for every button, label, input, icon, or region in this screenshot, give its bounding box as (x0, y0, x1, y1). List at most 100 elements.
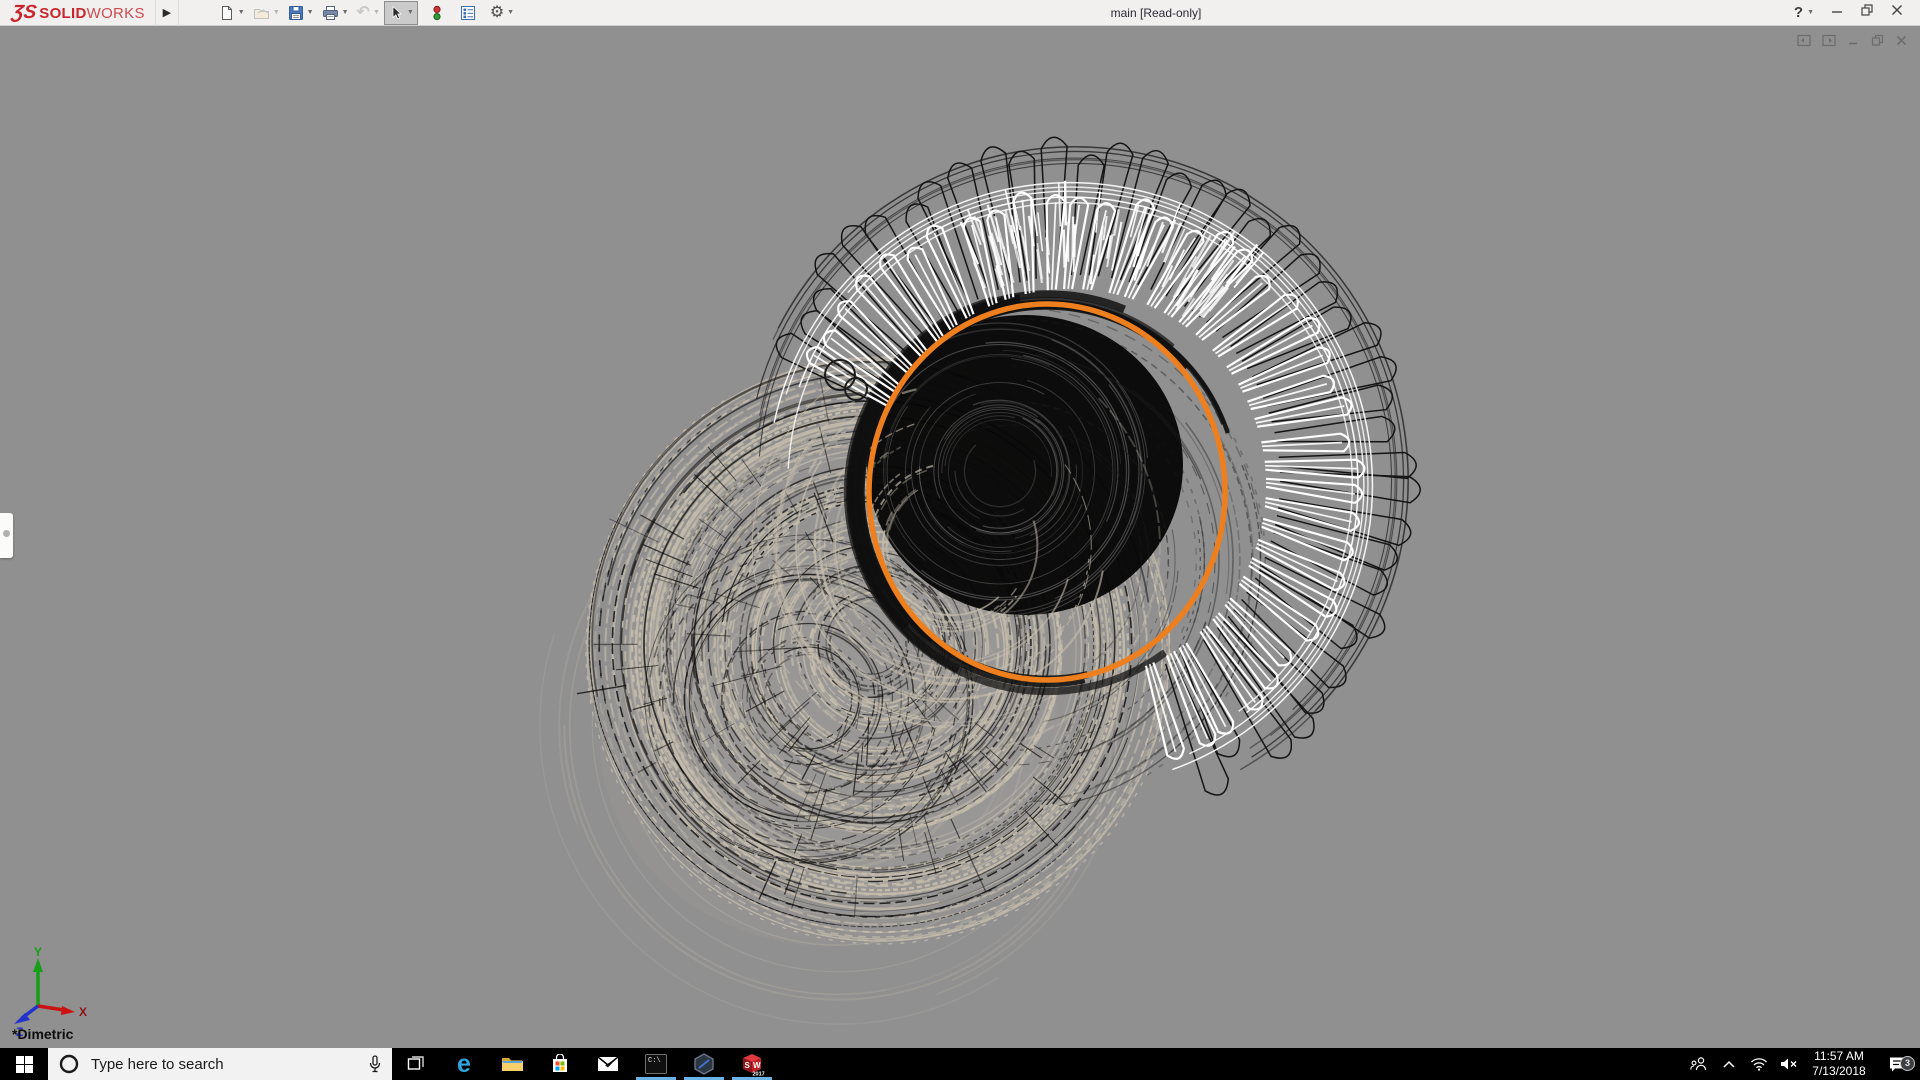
collapsed-task-pane-tab[interactable] (0, 513, 13, 558)
vp-minimize-icon (1849, 42, 1857, 45)
viewport-window-controls (1797, 34, 1908, 47)
task-view-icon (407, 1056, 424, 1070)
taskbar-app-command-prompt[interactable]: C:\ (632, 1048, 680, 1080)
dropdown-arrow-icon: ▼ (507, 9, 515, 16)
tray-date: 7/13/2018 (1812, 1064, 1866, 1078)
dropdown-arrow-icon: ▼ (341, 9, 349, 16)
search-input[interactable] (89, 1054, 359, 1074)
pane-left-icon (1797, 34, 1811, 47)
restore-button[interactable] (1860, 3, 1874, 22)
restore-icon (1861, 4, 1873, 16)
window-controls: ? ▼ (1794, 3, 1920, 22)
svg-text:S: S (745, 1061, 751, 1070)
app-titlebar: ƷS SOLID WORKS ▶ ▼ ▼ ▼ ▼ ↶ ▼ ▼ ⚙ ▼ main … (0, 0, 1920, 26)
pane-left-button[interactable] (1797, 34, 1811, 47)
speaker-muted-icon (1781, 1058, 1797, 1070)
save-button[interactable]: ▼ (284, 1, 318, 25)
open-button[interactable]: ▼ (249, 1, 284, 25)
store-icon (553, 1054, 567, 1072)
taskbar-app-file-explorer[interactable] (488, 1048, 536, 1080)
minimize-button[interactable] (1830, 3, 1844, 22)
windows-start-icon (15, 1055, 33, 1073)
taskbar-app-mail[interactable] (584, 1048, 632, 1080)
pane-right-button[interactable] (1822, 34, 1836, 47)
save-icon (288, 5, 303, 20)
new-document-button[interactable]: ▼ (215, 1, 249, 25)
minimize-icon (1832, 11, 1842, 13)
turbine-wireframe-model[interactable] (0, 26, 1920, 1048)
dropdown-arrow-icon: ▼ (372, 9, 380, 16)
rebuild-traffic-light-icon (433, 5, 441, 20)
vp-restore-icon (1871, 34, 1884, 46)
vp-minimize-button[interactable] (1847, 34, 1860, 47)
select-cursor-icon (392, 5, 402, 19)
open-icon (253, 8, 269, 19)
document-title: main [Read-only] (1110, 5, 1202, 20)
close-icon (1892, 5, 1902, 15)
rebuild-button[interactable] (426, 1, 448, 25)
taskbar-app-store[interactable] (536, 1048, 584, 1080)
command-prompt-icon: C:\ (645, 1054, 667, 1074)
pane-right-icon (1822, 34, 1836, 47)
notification-badge: 3 (1900, 1055, 1915, 1071)
solidworks-2017-icon: S W 2017 (743, 1054, 765, 1077)
solidworks-logo: ƷS SOLID WORKS (10, 1, 145, 23)
graphics-viewport[interactable]: Y X Z *Dimetric (0, 26, 1920, 1048)
flyout-arrow-icon: ▶ (162, 7, 172, 19)
document-properties-button[interactable] (456, 1, 480, 25)
tray-overflow-button[interactable] (1714, 1060, 1744, 1069)
vp-close-button[interactable] (1895, 34, 1908, 47)
close-button[interactable] (1890, 3, 1904, 22)
select-tool-button[interactable]: ▼ (383, 0, 418, 25)
system-tray: 11:57 AM 7/13/2018 3 (1684, 1048, 1920, 1080)
svg-text:W: W (753, 1061, 761, 1070)
taskbar-app-edge[interactable]: e (440, 1048, 488, 1080)
document-properties-icon (460, 5, 475, 20)
new-document-icon (221, 5, 232, 20)
tray-clock[interactable]: 11:57 AM 7/13/2018 (1804, 1049, 1874, 1079)
dropdown-arrow-icon: ▼ (1807, 9, 1814, 16)
taskbar-app-solidworks-2017[interactable]: S W 2017 (728, 1048, 776, 1080)
undo-icon: ↶ (356, 3, 370, 21)
dropdown-arrow-icon: ▼ (272, 9, 280, 16)
undo-button[interactable]: ↶ ▼ (353, 1, 384, 25)
people-icon (1690, 1057, 1707, 1071)
action-center-button[interactable]: 3 (1874, 1055, 1920, 1073)
menu-flyout-button[interactable]: ▶ (154, 0, 179, 26)
file-explorer-icon (502, 1058, 523, 1071)
cortana-circle-icon (59, 1054, 79, 1074)
dropdown-arrow-icon: ▼ (237, 9, 245, 16)
gear-icon: ⚙ (489, 3, 505, 21)
people-button[interactable] (1684, 1056, 1714, 1072)
dropdown-arrow-icon: ▼ (406, 9, 414, 16)
volume-button[interactable] (1774, 1057, 1804, 1071)
windows-taskbar: e C:\ (0, 1048, 1920, 1080)
help-icon: ? (1793, 4, 1804, 21)
help-button[interactable]: ? ▼ (1794, 4, 1814, 21)
network-button[interactable] (1744, 1057, 1774, 1071)
quick-access-toolbar: ▼ ▼ ▼ ▼ ↶ ▼ ▼ ⚙ ▼ (215, 0, 518, 26)
solidworks-logo-mark: ƷS (10, 1, 38, 23)
microphone-icon[interactable] (368, 1055, 382, 1073)
svg-text:Y: Y (34, 946, 42, 959)
print-button[interactable]: ▼ (318, 1, 353, 25)
start-button[interactable] (0, 1048, 48, 1080)
task-view-button[interactable] (392, 1048, 440, 1080)
options-button[interactable]: ⚙ ▼ (486, 1, 518, 25)
print-icon (322, 5, 338, 20)
dropdown-arrow-icon: ▼ (306, 9, 314, 16)
edge-icon: e (457, 1050, 471, 1078)
view-orientation-label: *Dimetric (12, 1026, 74, 1042)
pane-tab-dot-icon (3, 530, 10, 537)
mail-icon (597, 1056, 619, 1071)
vp-close-icon (1896, 35, 1907, 46)
taskbar-app-hexagon[interactable] (680, 1048, 728, 1080)
hexagon-app-icon (694, 1053, 714, 1075)
chevron-up-icon (1723, 1060, 1735, 1068)
vp-restore-button[interactable] (1871, 34, 1884, 47)
wifi-icon (1751, 1058, 1767, 1071)
tray-time: 11:57 AM (1814, 1049, 1864, 1063)
taskbar-search-box[interactable] (48, 1048, 392, 1080)
triad-axes-icon: Y X Z (14, 946, 87, 1038)
svg-text:X: X (79, 1005, 87, 1019)
